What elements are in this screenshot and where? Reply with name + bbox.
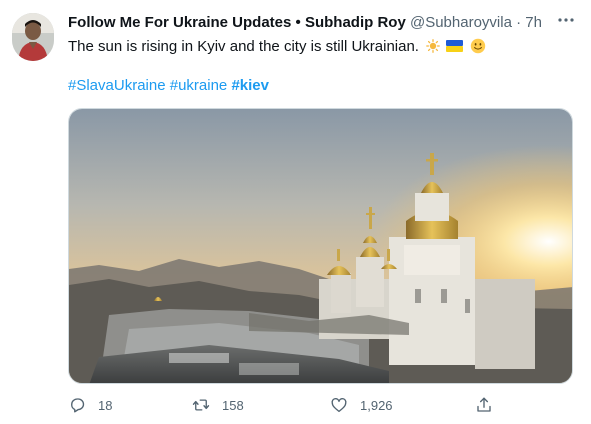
like-button[interactable]: 1,926: [330, 396, 393, 414]
retweet-button[interactable]: 158: [192, 396, 244, 414]
display-name[interactable]: Follow Me For Ukraine Updates • Subhadip…: [68, 14, 406, 31]
like-count: 1,926: [360, 397, 393, 413]
hashtag-kiev[interactable]: #kiev: [231, 77, 269, 94]
like-icon: [331, 398, 347, 413]
timestamp[interactable]: 7h: [525, 14, 542, 31]
hashtag-ukraine[interactable]: #ukraine: [170, 77, 228, 94]
hashtag-slavaukraine[interactable]: #SlavaUkraine: [68, 77, 166, 94]
tweet-media-image[interactable]: [68, 108, 573, 384]
sun-emoji-icon: [426, 39, 441, 53]
tweet-actions: 18 158 1,926: [68, 396, 508, 420]
reply-count: 18: [98, 397, 113, 413]
ukraine-flag-icon: [446, 40, 464, 52]
tweet-header: Follow Me For Ukraine Updates • Subhadip…: [68, 13, 571, 33]
tweet-text: The sun is rising in Kyiv and the city i…: [68, 37, 571, 57]
share-icon: [477, 397, 491, 412]
user-handle[interactable]: @Subharoyvila: [410, 14, 512, 31]
hashtags: #SlavaUkraine #ukraine #kiev: [68, 76, 269, 96]
reply-button[interactable]: 18: [68, 396, 112, 414]
tweet-text-body: The sun is rising in Kyiv and the city i…: [68, 38, 419, 55]
retweet-icon: [192, 399, 210, 411]
avatar[interactable]: [12, 13, 54, 61]
share-button[interactable]: [475, 396, 493, 414]
separator-dot: ·: [516, 14, 522, 31]
reply-icon: [71, 398, 85, 413]
tweet-card[interactable]: Follow Me For Ukraine Updates • Subhadip…: [0, 0, 591, 424]
smiling-face-icon: [470, 38, 485, 54]
retweet-count: 158: [222, 397, 244, 413]
more-icon[interactable]: [557, 17, 575, 23]
